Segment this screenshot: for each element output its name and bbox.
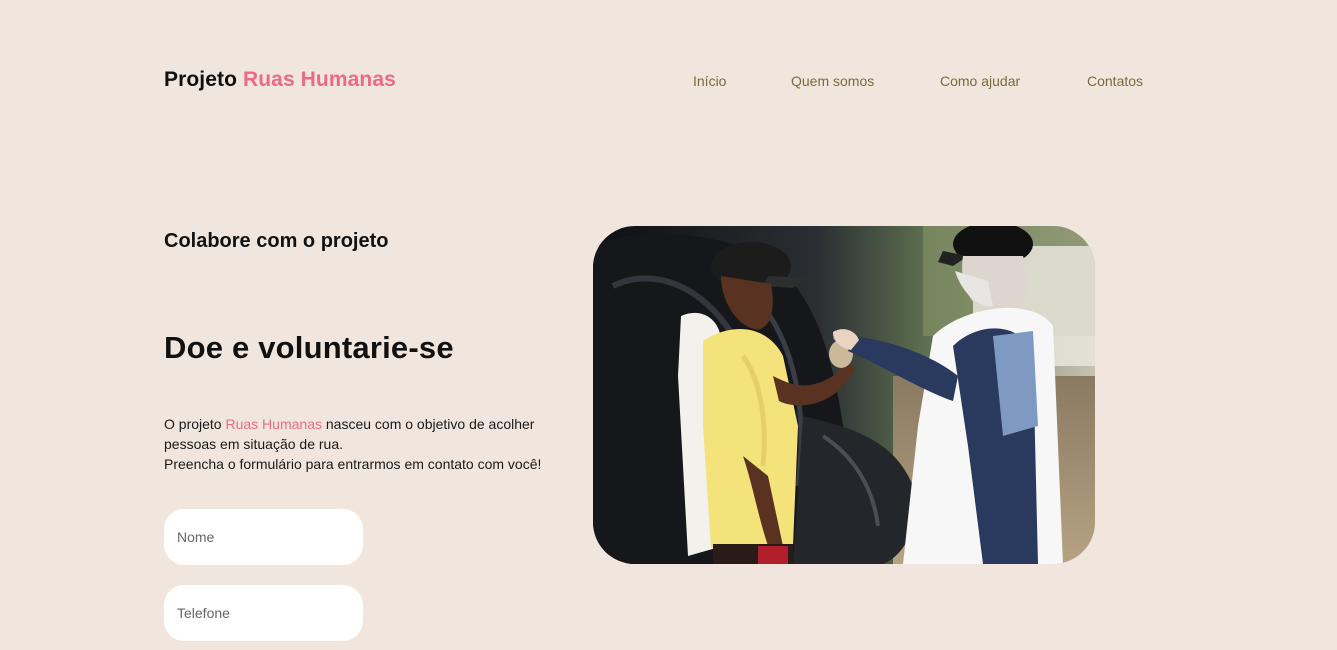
intro-text: O projeto Ruas Humanas nasceu com o obje… <box>164 414 574 474</box>
page-title: Doe e voluntarie-se <box>164 330 454 365</box>
main-nav: Início Quem somos Como ajudar Contatos <box>0 73 1337 93</box>
phone-input[interactable] <box>164 585 363 641</box>
hero-photo-illustration <box>593 226 1095 564</box>
nav-item-quem-somos[interactable]: Quem somos <box>791 73 874 89</box>
nav-item-contatos[interactable]: Contatos <box>1087 73 1143 89</box>
name-input[interactable] <box>164 509 363 565</box>
nav-item-como-ajudar[interactable]: Como ajudar <box>940 73 1020 89</box>
intro-call-to-action: Preencha o formulário para entrarmos em … <box>164 456 542 472</box>
intro-project-name: Ruas Humanas <box>225 416 322 432</box>
intro-text-start: O projeto <box>164 416 226 432</box>
section-eyebrow: Colabore com o projeto <box>164 230 389 252</box>
nav-item-inicio[interactable]: Início <box>693 73 726 89</box>
hero-photo <box>593 226 1095 564</box>
